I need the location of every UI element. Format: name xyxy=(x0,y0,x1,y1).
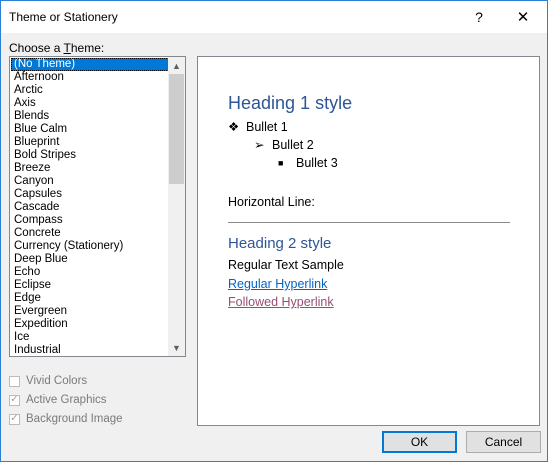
theme-list-item[interactable]: Capsules xyxy=(11,188,169,201)
preview-bullet1: ❖ Bullet 1 xyxy=(228,119,288,135)
close-button[interactable]: ✕ xyxy=(503,1,543,33)
regular-text-sample: Regular Text Sample xyxy=(228,258,344,272)
preview-heading1: Heading 1 style xyxy=(228,93,353,113)
theme-list-item[interactable]: Eclipse xyxy=(11,279,169,292)
theme-list-item[interactable]: Axis xyxy=(11,97,169,110)
theme-list-item[interactable]: Bold Stripes xyxy=(11,149,169,162)
label-prefix: Choose a xyxy=(9,41,64,55)
bullet1-text: Bullet 1 xyxy=(246,119,288,134)
theme-list-item[interactable]: Afternoon xyxy=(11,71,169,84)
vivid-colors-checkbox[interactable] xyxy=(9,375,20,387)
bullet3-text: Bullet 3 xyxy=(296,156,338,170)
dialog-window: Theme or Stationery ? ✕ Choose a Theme: … xyxy=(0,0,548,462)
scrollbar-thumb[interactable] xyxy=(169,74,184,184)
theme-list-item[interactable]: Breeze xyxy=(11,162,169,175)
scroll-up-arrow-icon[interactable]: ▲ xyxy=(168,57,185,74)
theme-list-item[interactable]: Blue Calm xyxy=(11,123,169,136)
square-bullet-icon: ■ xyxy=(278,158,284,168)
active-graphics-checkbox[interactable]: ✓ xyxy=(9,394,20,406)
diamond-bullet-icon: ❖ xyxy=(228,120,240,134)
theme-list-item[interactable]: Ice xyxy=(11,331,169,344)
vivid-colors-option: Vivid Colors xyxy=(9,373,87,389)
theme-list-item[interactable]: Evergreen xyxy=(11,305,169,318)
label-accelerator: T xyxy=(63,41,71,55)
theme-list[interactable]: (No Theme) Afternoon Arctic Axis Blends Blue … xyxy=(9,56,186,357)
background-image-label: Background Image xyxy=(26,413,123,425)
vivid-colors-label: Vivid Colors xyxy=(26,375,88,387)
theme-preview-pane: Heading 1 style ❖ Bullet 1 ➢ Bullet 2 ■ … xyxy=(197,56,540,426)
active-graphics-label: Active Graphics xyxy=(26,394,107,406)
regular-hyperlink[interactable]: Regular Hyperlink xyxy=(228,277,327,291)
theme-list-items: (No Theme) Afternoon Arctic Axis Blends Blue … xyxy=(11,58,169,356)
preview-heading2: Heading 2 style xyxy=(228,235,332,252)
theme-list-scrollbar[interactable]: ▲ ▼ xyxy=(168,57,185,356)
theme-list-item[interactable]: Canyon xyxy=(11,175,169,188)
ok-button[interactable]: OK xyxy=(382,431,457,453)
horizontal-line-label: Horizontal Line: xyxy=(228,195,315,209)
active-graphics-option: ✓ Active Graphics xyxy=(9,392,107,408)
followed-hyperlink[interactable]: Followed Hyperlink xyxy=(228,295,334,309)
theme-list-item[interactable]: Blueprint xyxy=(11,136,169,149)
label-suffix: heme: xyxy=(70,41,105,55)
choose-theme-label: Choose a Theme: xyxy=(9,41,104,55)
theme-list-item[interactable]: Cascade xyxy=(11,201,169,214)
background-image-checkbox[interactable]: ✓ xyxy=(9,413,20,425)
theme-list-item[interactable]: Blends xyxy=(11,110,169,123)
theme-list-item[interactable]: Industrial xyxy=(11,344,169,356)
dialog-title: Theme or Stationery xyxy=(9,10,118,24)
scroll-down-arrow-icon[interactable]: ▼ xyxy=(168,339,185,356)
theme-list-item[interactable]: Edge xyxy=(11,292,169,305)
theme-list-item[interactable]: Concrete xyxy=(11,227,169,240)
title-bar: Theme or Stationery ? ✕ xyxy=(1,1,547,33)
theme-list-item[interactable]: Arctic xyxy=(11,84,169,97)
help-button[interactable]: ? xyxy=(459,1,499,33)
theme-list-item[interactable]: Currency (Stationery) xyxy=(11,240,169,253)
preview-bullet2: ➢ Bullet 2 xyxy=(254,137,314,153)
background-image-option: ✓ Background Image xyxy=(9,411,123,427)
cancel-button[interactable]: Cancel xyxy=(466,431,541,453)
theme-list-item[interactable]: (No Theme) xyxy=(11,58,169,71)
theme-list-item[interactable]: Expedition xyxy=(11,318,169,331)
horizontal-line xyxy=(228,222,510,223)
theme-list-item[interactable]: Echo xyxy=(11,266,169,279)
theme-list-item[interactable]: Deep Blue xyxy=(11,253,169,266)
preview-bullet3: ■ Bullet 3 xyxy=(278,156,338,170)
bullet2-text: Bullet 2 xyxy=(272,137,314,152)
theme-list-item[interactable]: Compass xyxy=(11,214,169,227)
arrow-bullet-icon: ➢ xyxy=(254,138,265,152)
